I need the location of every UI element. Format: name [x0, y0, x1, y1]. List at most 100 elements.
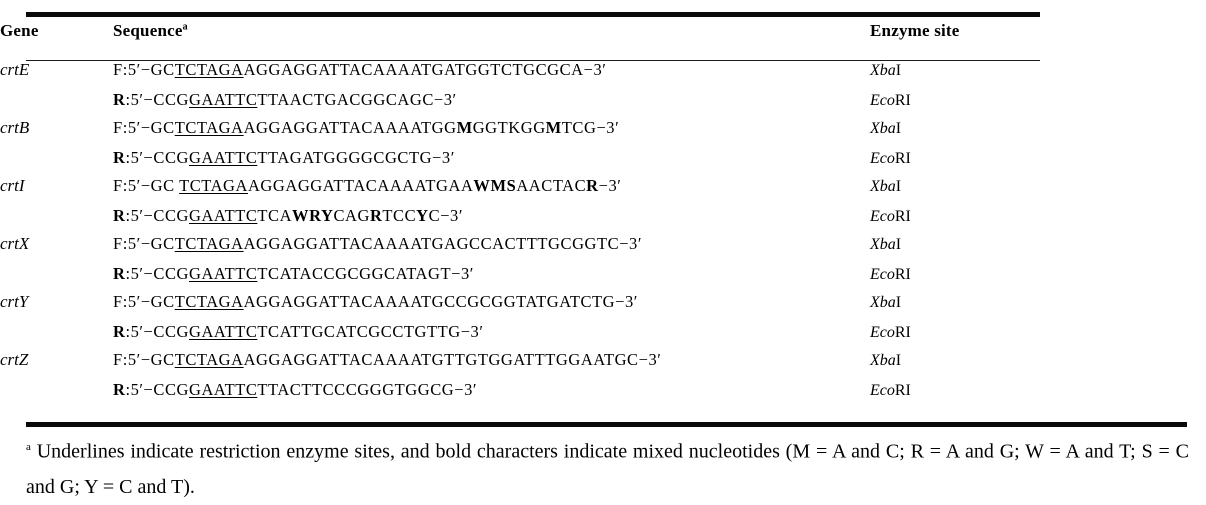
enzyme-suffix: I	[895, 62, 902, 79]
enzyme-prefix: Xba	[870, 62, 896, 79]
primer-sequence: R:5′−CCGGAATTCTCATACCGCGGCATAGT−3′	[113, 264, 870, 293]
enzyme-suffix: RI	[894, 381, 911, 399]
enzyme-prefix: Xba	[870, 178, 896, 196]
sequence-text: F:5′−GC	[113, 234, 175, 254]
enzyme-site-value: EcoRI	[870, 206, 1206, 235]
restriction-site: TCTAGA	[179, 176, 248, 196]
sequence-text: AGGAGGATTACAAAATGAGCCACTTTGCGGTC−3′	[243, 234, 643, 254]
sequence-text: TCATTGCATCGCCTGTTG−3′	[257, 321, 484, 341]
restriction-site: GAATTC	[189, 147, 258, 167]
primer-sequence: R:5′−CCGGAATTCTCAWRYCAGRTCCYC−3′	[113, 206, 870, 235]
sequence-text: AGGAGGATTACAAAATGCCGCGGTATGATCTG−3′	[243, 292, 638, 312]
table-body: crtE F:5′−GCTCTAGAAGGAGGATTACAAAATGATGGTC…	[0, 60, 1206, 409]
enzyme-site-value: XbaI	[870, 292, 1206, 322]
table-row: R:5′−CCGGAATTCTCATACCGCGGCATAGT−3′ EcoRI	[0, 264, 1206, 293]
sequence-text: AGGAGGATTACAAAATGG	[243, 118, 457, 138]
gene-name-empty	[0, 148, 113, 177]
sequence-text: :5′−CCG	[125, 89, 189, 109]
enzyme-site-value: XbaI	[870, 176, 1206, 206]
restriction-site: GAATTC	[189, 263, 258, 283]
table-footnote: a Underlines indicate restriction enzyme…	[26, 430, 1189, 505]
mixed-nucleotide: R	[113, 263, 126, 283]
enzyme-prefix: Eco	[870, 91, 895, 109]
enzyme-suffix: RI	[894, 91, 911, 109]
enzyme-suffix: I	[895, 178, 902, 196]
restriction-site: TCTAGA	[174, 60, 244, 79]
enzyme-site-value: XbaI	[870, 350, 1206, 380]
enzyme-suffix: I	[895, 352, 902, 370]
enzyme-suffix: I	[895, 294, 902, 312]
restriction-site: GAATTC	[189, 379, 258, 399]
table-row: R:5′−CCGGAATTCTCAWRYCAGRTCCYC−3′ EcoRI	[0, 206, 1206, 235]
table-row: R:5′−CCGGAATTCTTACTTCCCGGGTGGCG−3′ EcoRI	[0, 380, 1206, 409]
sequence-text: :5′−CCG	[125, 205, 189, 225]
mixed-nucleotide: R	[369, 205, 383, 225]
primer-sequence: R:5′−CCGGAATTCTTAGATGGGGCGCTG−3′	[113, 148, 870, 177]
primer-sequence: R:5′−CCGGAATTCTCATTGCATCGCCTGTTG−3′	[113, 322, 870, 351]
enzyme-site-value: EcoRI	[870, 264, 1206, 293]
enzyme-prefix: Eco	[870, 207, 895, 225]
mixed-nucleotide: M	[456, 118, 473, 138]
primer-sequence: F:5′−GCTCTAGAAGGAGGATTACAAAATGTTGTGGATTT…	[113, 350, 870, 380]
column-header-sequence: Sequencea	[113, 21, 870, 60]
primer-sequence: F:5′−GCTCTAGAAGGAGGATTACAAAATGCCGCGGTATG…	[113, 292, 870, 322]
enzyme-prefix: Xba	[870, 294, 896, 312]
enzyme-suffix: I	[895, 236, 902, 254]
sequence-text: :5′−CCG	[125, 147, 189, 167]
sequence-text: AGGAGGATTACAAAATGATGGTCTGCGCA−3′	[243, 60, 607, 79]
restriction-site: TCTAGA	[174, 350, 244, 370]
primer-sequence: R:5′−CCGGAATTCTTAACTGACGGCAGC−3′	[113, 90, 870, 119]
column-header-gene-label: Gene	[0, 21, 39, 40]
primer-sequence: R:5′−CCGGAATTCTTACTTCCCGGGTGGCG−3′	[113, 380, 870, 409]
sequence-text: AGGAGGATTACAAAATGAA	[247, 176, 474, 196]
table-top-rule	[26, 12, 1040, 17]
mixed-nucleotide: R	[113, 147, 126, 167]
gene-name-empty	[0, 380, 113, 409]
enzyme-suffix: RI	[894, 149, 911, 167]
enzyme-prefix: Eco	[870, 265, 895, 283]
sequence-text: C−3′	[428, 205, 464, 225]
mixed-nucleotide: Y	[416, 205, 429, 225]
enzyme-prefix: Eco	[870, 149, 895, 167]
enzyme-site-value: EcoRI	[870, 380, 1206, 409]
table-head: Gene Sequencea Enzyme site	[0, 21, 1206, 60]
table-row: crtB F:5′−GCTCTAGAAGGAGGATTACAAAATGGMGGTK…	[0, 118, 1206, 148]
table-row: R:5′−CCGGAATTCTTAGATGGGGCGCTG−3′ EcoRI	[0, 148, 1206, 177]
primer-sequence: F:5′−GC TCTAGAAGGAGGATTACAAAATGAAWMSAACT…	[113, 176, 870, 206]
table-row: crtZ F:5′−GCTCTAGAAGGAGGATTACAAAATGTTGTGG…	[0, 350, 1206, 380]
column-header-sequence-label: Sequence	[113, 21, 183, 40]
gene-name-empty	[0, 206, 113, 235]
table-row: crtE F:5′−GCTCTAGAAGGAGGATTACAAAATGATGGTC…	[0, 60, 1206, 90]
sequence-text: TTAGATGGGGCGCTG−3′	[257, 147, 455, 167]
enzyme-site-value: XbaI	[870, 118, 1206, 148]
primer-sequence: F:5′−GCTCTAGAAGGAGGATTACAAAATGAGCCACTTTG…	[113, 234, 870, 264]
enzyme-prefix: Eco	[870, 381, 895, 399]
column-header-gene: Gene	[0, 21, 113, 60]
primer-sequence: F:5′−GCTCTAGAAGGAGGATTACAAAATGGMGGTKGGMT…	[113, 118, 870, 148]
table-row: R:5′−CCGGAATTCTTAACTGACGGCAGC−3′ EcoRI	[0, 90, 1206, 119]
mixed-nucleotide: R	[113, 89, 126, 109]
enzyme-prefix: Eco	[870, 323, 895, 341]
sequence-text: TTACTTCCCGGGTGGCG−3′	[257, 379, 478, 399]
mixed-nucleotide: M	[545, 118, 562, 138]
sequence-text: F:5′−GC	[113, 292, 175, 312]
sequence-text: AGGAGGATTACAAAATGTTGTGGATTTGGAATGC−3′	[243, 350, 662, 370]
sequence-text: TCG−3′	[561, 118, 620, 138]
gene-name: crtE	[0, 60, 30, 79]
table-bottom-rule	[26, 422, 1187, 427]
enzyme-site-value: EcoRI	[870, 90, 1206, 119]
sequence-text: −3′	[598, 176, 622, 196]
gene-name-empty	[0, 90, 113, 119]
enzyme-site-value: EcoRI	[870, 148, 1206, 177]
sequence-text: TCA	[257, 205, 293, 225]
mixed-nucleotide: R	[113, 321, 126, 341]
header-row: Gene Sequencea Enzyme site	[0, 21, 1206, 60]
restriction-site: GAATTC	[189, 89, 258, 109]
primer-sequence: F:5′−GCTCTAGAAGGAGGATTACAAAATGATGGTCTGCG…	[113, 60, 870, 90]
gene-name: crtZ	[0, 350, 29, 370]
enzyme-site-value: EcoRI	[870, 322, 1206, 351]
footnote-text: Underlines indicate restriction enzyme s…	[26, 440, 1189, 498]
sequence-text: F:5′−GC	[113, 60, 175, 79]
table-row: crtY F:5′−GCTCTAGAAGGAGGATTACAAAATGCCGCGG…	[0, 292, 1206, 322]
sequence-text: AACTAC	[516, 176, 587, 196]
